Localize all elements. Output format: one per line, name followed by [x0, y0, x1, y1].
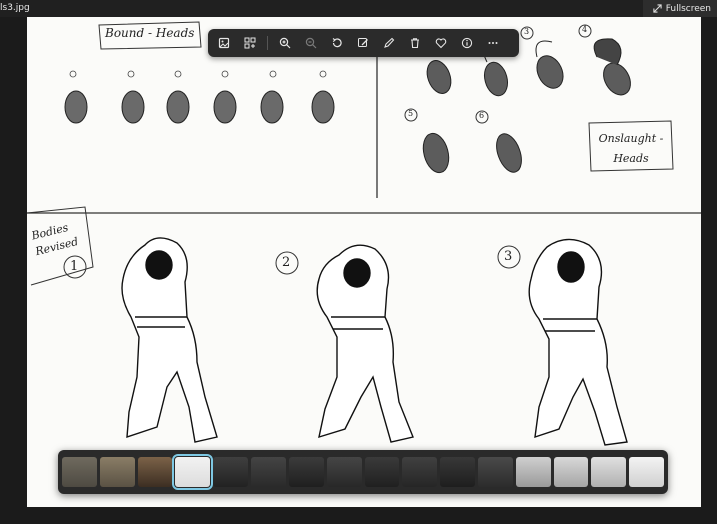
bound-heads-label: Bound - Heads [105, 26, 195, 40]
filmstrip-thumbnail[interactable] [99, 457, 135, 487]
info-button[interactable] [455, 32, 479, 54]
title-bar: ls3.jpg Fullscreen [0, 0, 717, 17]
favorite-button[interactable] [429, 32, 453, 54]
filmstrip-thumbnail[interactable] [288, 457, 324, 487]
bound-head [260, 90, 284, 124]
onslaught-number-5: 5 [408, 109, 414, 118]
fullscreen-label: Fullscreen [665, 3, 711, 14]
filmstrip-thumbnail[interactable] [251, 457, 286, 487]
sketch-drawing [27, 21, 701, 446]
markup-icon [358, 38, 368, 47]
toolbar-separator [267, 36, 268, 50]
crop-icon [218, 37, 230, 49]
onslaught-number-3: 3 [524, 27, 530, 36]
rotate-icon [332, 38, 342, 48]
body-number-2: 2 [282, 255, 291, 270]
filmstrip-thumbnail[interactable] [402, 457, 438, 487]
markup-button[interactable] [351, 32, 375, 54]
body-figure-2 [316, 244, 414, 443]
filmstrip-thumbnail[interactable] [629, 457, 664, 487]
body-number-1: 1 [70, 259, 79, 274]
rotate-button[interactable] [325, 32, 349, 54]
bound-head [166, 90, 190, 124]
zoom-out-icon [305, 37, 317, 49]
bound-head [213, 90, 237, 124]
filmstrip-thumbnail[interactable] [515, 457, 551, 487]
filmstrip-thumbnail[interactable] [62, 457, 97, 487]
bound-head [311, 90, 335, 124]
bound-head [121, 90, 145, 124]
expand-icon [653, 4, 662, 13]
body-figure-3 [528, 238, 628, 446]
filmstrip-thumbnail[interactable] [591, 457, 627, 487]
filmstrip-thumbnail[interactable] [364, 457, 400, 487]
filmstrip-thumbnail[interactable] [172, 454, 214, 490]
crop-button[interactable] [212, 32, 236, 54]
favorite-icon [435, 38, 447, 49]
more-button[interactable] [481, 32, 505, 54]
filmstrip-thumbnail[interactable] [213, 457, 249, 487]
onslaught-number-6: 6 [479, 111, 485, 120]
fullscreen-button[interactable]: Fullscreen [642, 0, 717, 17]
delete-icon [411, 38, 419, 49]
filmstrip-thumbnail[interactable] [440, 457, 475, 487]
draw-icon [384, 37, 395, 48]
filmstrip-thumbnail[interactable] [137, 457, 173, 487]
filmstrip-thumbnail[interactable] [326, 457, 362, 487]
filmstrip-thumbnail[interactable] [477, 457, 513, 487]
zoom-in-button[interactable] [273, 32, 297, 54]
edit-image-button[interactable] [238, 32, 262, 54]
onslaught-number-4: 4 [582, 25, 588, 34]
delete-button[interactable] [403, 32, 427, 54]
file-name: ls3.jpg [0, 3, 30, 13]
zoom-out-button[interactable] [299, 32, 323, 54]
body-number-3: 3 [504, 249, 513, 264]
bound-heads-row [64, 90, 335, 124]
body-figure-1 [121, 237, 218, 443]
draw-button[interactable] [377, 32, 401, 54]
bound-head [64, 90, 88, 124]
info-icon [461, 37, 473, 49]
filmstrip-thumbnail[interactable] [553, 457, 589, 487]
image-canvas[interactable]: Bound - Heads Onslaught - Heads Bodies R… [27, 17, 701, 507]
onslaught-heads-label: Onslaught - Heads [598, 132, 664, 165]
image-toolbar [208, 29, 519, 57]
edit-image-icon [244, 37, 256, 49]
zoom-in-icon [279, 37, 291, 49]
more-icon [488, 42, 498, 44]
filmstrip [58, 450, 668, 494]
